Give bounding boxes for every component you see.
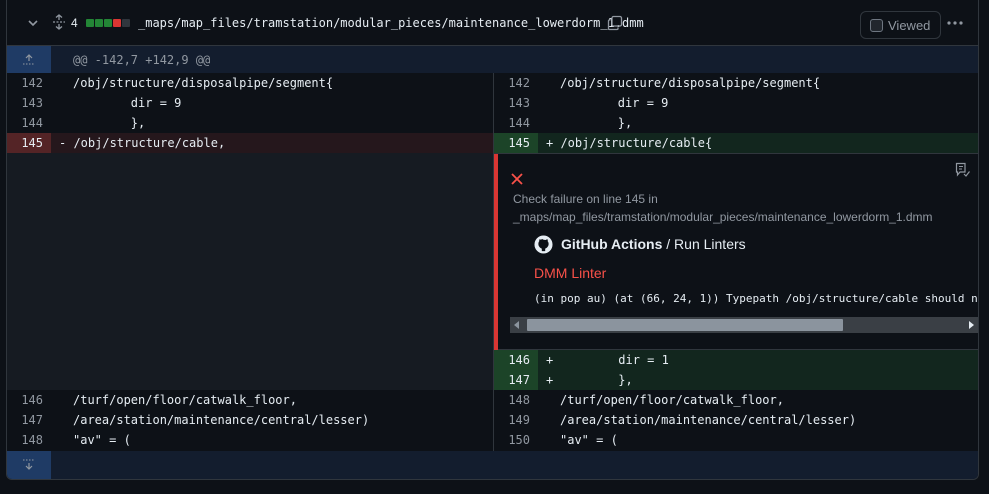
hunk-header: @@ -142,7 +142,9 @@: [7, 46, 978, 73]
diffstat-neutral-square: [122, 19, 130, 27]
annotation-output: (in pop au) (at (66, 24, 1)) Typepath /o…: [534, 292, 979, 305]
right-diff-line: 147 + },: [494, 370, 978, 390]
fold-down-icon: [23, 459, 35, 470]
annotation-path: _maps/map_files/tramstation/modular_piec…: [513, 210, 933, 224]
line-number[interactable]: 148: [7, 430, 51, 450]
code-line: /turf/open/floor/catwalk_floor,: [73, 393, 297, 407]
x-icon: [511, 173, 523, 185]
kebab-horizontal-icon[interactable]: [946, 13, 964, 33]
line-number[interactable]: 147: [494, 370, 538, 390]
code-line: /obj/structure/disposalpipe/segment{: [560, 76, 821, 90]
file-header: 4 _maps/map_files/tramstation/modular_pi…: [7, 0, 978, 46]
fold-up-icon: [23, 54, 35, 65]
code-line: },: [73, 116, 146, 130]
change-count: 4: [71, 16, 78, 30]
github-logo-icon: [534, 235, 553, 254]
line-number[interactable]: 147: [7, 410, 51, 430]
left-diff-line: 142/obj/structure/disposalpipe/segment{: [7, 73, 493, 93]
code-line: /obj/structure/disposalpipe/segment{: [73, 76, 334, 90]
line-number[interactable]: 148: [494, 390, 538, 410]
check-name[interactable]: DMM Linter: [534, 265, 606, 281]
right-diff-line: 145 + /obj/structure/cable{: [494, 133, 978, 153]
chevron-down-icon[interactable]: [27, 17, 39, 29]
expand-up-button[interactable]: [7, 46, 51, 73]
line-number[interactable]: 143: [7, 93, 51, 113]
code-line: "av" = (: [73, 433, 131, 447]
failure-bar: [494, 154, 498, 350]
code-line: + /obj/structure/cable{: [546, 136, 713, 150]
left-diff-line: 147/area/station/maintenance/central/les…: [7, 410, 493, 430]
line-number[interactable]: 146: [7, 390, 51, 410]
left-diff-line: 145 - /obj/structure/cable,: [7, 133, 493, 153]
line-number[interactable]: 146: [494, 350, 538, 370]
code-line: /area/station/maintenance/central/lesser…: [73, 413, 370, 427]
left-empty-space: [7, 153, 493, 390]
horizontal-scrollbar[interactable]: [510, 317, 978, 333]
diffstat-add-square: [86, 19, 94, 27]
right-diff-line: 142/obj/structure/disposalpipe/segment{: [494, 73, 978, 93]
copy-icon[interactable]: [607, 15, 623, 31]
right-diff-line: 150 "av" = (: [494, 430, 978, 450]
left-diff-line: 146/turf/open/floor/catwalk_floor,: [7, 390, 493, 410]
expand-down-button[interactable]: [7, 451, 51, 479]
code-line: + dir = 1: [546, 353, 669, 367]
line-number[interactable]: 142: [494, 73, 538, 93]
check-source[interactable]: GitHub Actions / Run Linters: [561, 236, 746, 252]
left-diff-line: 143 dir = 9: [7, 93, 493, 113]
code-line: /turf/open/floor/catwalk_floor,: [560, 393, 784, 407]
line-number[interactable]: 145: [494, 133, 538, 153]
diffstat-add-square: [104, 19, 112, 27]
right-diff-line: 149/area/station/maintenance/central/les…: [494, 410, 978, 430]
code-line: dir = 9: [73, 96, 182, 110]
left-diff-line: 148 "av" = (: [7, 430, 493, 450]
review-comment-icon[interactable]: [954, 162, 970, 178]
line-number[interactable]: 145: [7, 133, 51, 153]
right-diff-line: 148/turf/open/floor/catwalk_floor,: [494, 390, 978, 410]
right-diff-line: 143 dir = 9: [494, 93, 978, 113]
viewed-toggle[interactable]: Viewed: [860, 11, 941, 39]
scroll-left-arrow[interactable]: [514, 321, 519, 329]
diff-file: 4 _maps/map_files/tramstation/modular_pi…: [6, 0, 979, 480]
file-path[interactable]: _maps/map_files/tramstation/modular_piec…: [138, 16, 644, 30]
line-number[interactable]: 149: [494, 410, 538, 430]
diffstat-add-square: [95, 19, 103, 27]
code-line: },: [560, 116, 633, 130]
right-diff-line: 144 },: [494, 113, 978, 133]
line-number[interactable]: 143: [494, 93, 538, 113]
line-number[interactable]: 142: [7, 73, 51, 93]
viewed-checkbox[interactable]: [870, 19, 883, 32]
code-line: + },: [546, 373, 633, 387]
viewed-label: Viewed: [888, 18, 931, 33]
line-number[interactable]: 150: [494, 430, 538, 450]
scrollbar-thumb[interactable]: [527, 319, 843, 331]
hunk-footer: [7, 451, 978, 479]
expand-all-icon[interactable]: [52, 14, 66, 30]
code-line: dir = 9: [560, 96, 669, 110]
code-line: "av" = (: [560, 433, 618, 447]
annotation-title: Check failure on line 145 in: [513, 192, 658, 206]
line-number[interactable]: 144: [494, 113, 538, 133]
code-line: /area/station/maintenance/central/lesser…: [560, 413, 857, 427]
line-number[interactable]: 144: [7, 113, 51, 133]
check-annotation: Check failure on line 145 in _maps/map_f…: [494, 153, 979, 350]
left-diff-line: 144 },: [7, 113, 493, 133]
code-line: - /obj/structure/cable,: [59, 136, 226, 150]
hunk-range: @@ -142,7 +142,9 @@: [73, 53, 211, 67]
diffstat-del-square: [113, 19, 121, 27]
scroll-right-arrow[interactable]: [969, 321, 974, 329]
right-diff-line: 146 + dir = 1: [494, 350, 978, 370]
